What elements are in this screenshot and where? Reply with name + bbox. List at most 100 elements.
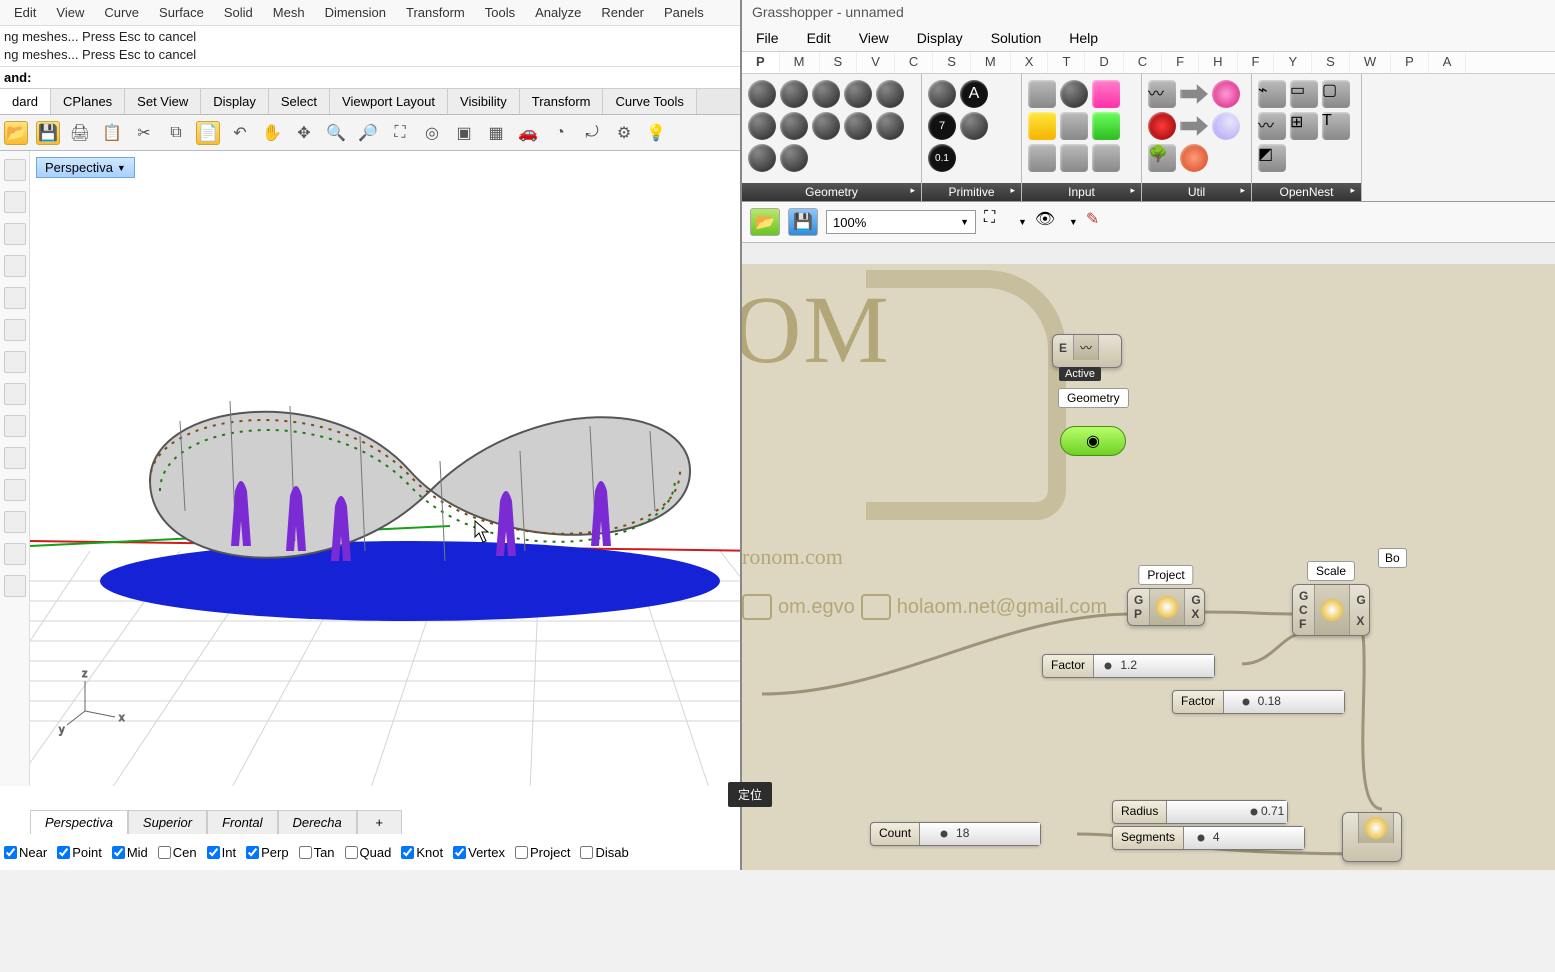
gh-cat-tab[interactable]: F	[1238, 52, 1275, 73]
polygon-icon[interactable]	[4, 351, 26, 373]
clipboard-icon[interactable]: 📋	[100, 121, 124, 145]
panel-icon[interactable]	[1028, 80, 1056, 108]
gh-cat-tab[interactable]: W	[1350, 52, 1391, 73]
zoom-extents-icon[interactable]: ⛶	[388, 121, 412, 145]
tab-select[interactable]: Select	[269, 89, 330, 114]
vptab-add[interactable]: +	[357, 810, 402, 834]
util-icon[interactable]: 〰	[1148, 80, 1176, 108]
preview-icon[interactable]: 👁	[1035, 209, 1061, 235]
int-icon[interactable]	[960, 112, 988, 140]
cplane-icon[interactable]: ▣	[452, 121, 476, 145]
gh-cat-tab[interactable]: C	[895, 52, 933, 73]
tab-set-view[interactable]: Set View	[125, 89, 201, 114]
options-icon[interactable]: ⚙	[612, 121, 636, 145]
rhino-menu-view[interactable]: View	[46, 1, 94, 24]
t-icon[interactable]: T	[1322, 112, 1350, 140]
tab-cplanes[interactable]: CPlanes	[51, 89, 125, 114]
osnap-project[interactable]: Project	[515, 845, 570, 860]
rhino-menu-dimension[interactable]: Dimension	[315, 1, 396, 24]
osnap-checkbox[interactable]	[453, 846, 466, 859]
osnap-quad[interactable]: Quad	[345, 845, 392, 860]
dimension-icon[interactable]	[4, 543, 26, 565]
gh-cat-tab[interactable]: H	[1199, 52, 1237, 73]
toggle-icon[interactable]	[1028, 144, 1056, 172]
gh-cat-tab[interactable]: S	[933, 52, 971, 73]
gh-cat-tab[interactable]: M	[971, 52, 1011, 73]
rhino-menu-mesh[interactable]: Mesh	[263, 1, 315, 24]
osnap-perp[interactable]: Perp	[246, 845, 288, 860]
zoom-out-icon[interactable]: 🔎	[356, 121, 380, 145]
gh-cat-tab[interactable]: X	[1011, 52, 1049, 73]
gh-cat-tab[interactable]: F	[1162, 52, 1199, 73]
box-icon[interactable]: ▢	[1322, 80, 1350, 108]
arrow-right-icon[interactable]	[1180, 112, 1208, 140]
line-icon[interactable]	[4, 191, 26, 213]
osnap-checkbox[interactable]	[401, 846, 414, 859]
osnap-point[interactable]: Point	[57, 845, 102, 860]
decimal-icon[interactable]: 0.1	[928, 144, 956, 172]
grid-icon[interactable]: ⊞	[1290, 112, 1318, 140]
undo-icon[interactable]: ↶	[228, 121, 252, 145]
rotate-view-icon[interactable]: ✥	[292, 121, 316, 145]
tree-icon[interactable]: 🌳	[1148, 144, 1176, 172]
point-icon[interactable]	[4, 159, 26, 181]
gh-cat-tab[interactable]: C	[1124, 52, 1162, 73]
rhino-command-prompt[interactable]: and:	[0, 67, 740, 89]
text-icon[interactable]	[4, 511, 26, 533]
light-icon[interactable]: 💡	[644, 121, 668, 145]
tab-visibility[interactable]: Visibility	[448, 89, 520, 114]
hex-icon[interactable]	[876, 112, 904, 140]
chevron-down-icon[interactable]: ▼	[1069, 217, 1078, 227]
rhino-menu-tools[interactable]: Tools	[475, 1, 525, 24]
slider-icon[interactable]	[1028, 112, 1056, 140]
gh-cat-tab[interactable]: P	[742, 52, 780, 73]
text-icon[interactable]: A	[960, 80, 988, 108]
gh-cat-tab[interactable]: S	[820, 52, 858, 73]
osnap-checkbox[interactable]	[246, 846, 259, 859]
rhino-menu-panels[interactable]: Panels	[654, 1, 714, 24]
osnap-near[interactable]: Near	[4, 845, 47, 860]
hex-icon[interactable]	[844, 80, 872, 108]
gh-cat-tab[interactable]: M	[780, 52, 820, 73]
gh-cat-tab[interactable]: D	[1085, 52, 1123, 73]
osnap-tan[interactable]: Tan	[299, 845, 335, 860]
gh-param-brep[interactable]: ◉	[1060, 426, 1126, 456]
hex-icon[interactable]	[876, 80, 904, 108]
hex-icon[interactable]	[748, 144, 776, 172]
hex-icon[interactable]	[780, 144, 808, 172]
zoom-selected-icon[interactable]: ◎	[420, 121, 444, 145]
polyline-icon[interactable]	[4, 223, 26, 245]
cut-icon[interactable]: ✂	[132, 121, 156, 145]
gh-component-project[interactable]: Project GP GX	[1127, 588, 1205, 626]
osnap-mid[interactable]: Mid	[112, 845, 148, 860]
sketch-icon[interactable]: ✎	[1086, 209, 1112, 235]
rectangle-icon[interactable]	[4, 319, 26, 341]
grid-icon[interactable]: ▦	[484, 121, 508, 145]
zoom-extents-icon[interactable]: ⛶	[984, 209, 1010, 235]
gh-cat-tab[interactable]: S	[1312, 52, 1350, 73]
rhino-menu-transform[interactable]: Transform	[396, 1, 475, 24]
chevron-down-icon[interactable]: ▼	[1018, 217, 1027, 227]
gh-slider-factor2[interactable]: Factor 0.18	[1172, 690, 1345, 714]
ribbon-label-geometry[interactable]: Geometry	[742, 183, 921, 201]
ribbon-label-primitive[interactable]: Primitive	[922, 183, 1021, 201]
gh-menu-display[interactable]: Display	[903, 26, 977, 50]
rhino-perspective-viewport[interactable]: Perspectiva ▼	[30, 151, 740, 786]
gh-save-button[interactable]: 💾	[788, 208, 818, 236]
coral-icon[interactable]	[1180, 144, 1208, 172]
gh-slider-segments[interactable]: Segments 4	[1112, 826, 1305, 850]
gh-canvas[interactable]: OM ronom.com om.egvo holaom.net@gmail.co…	[742, 264, 1555, 870]
tab-curve-tools[interactable]: Curve Tools	[603, 89, 696, 114]
gh-menu-file[interactable]: File	[742, 26, 793, 50]
osnap-checkbox[interactable]	[207, 846, 220, 859]
rotate-icon[interactable]: ⤾	[580, 121, 604, 145]
curve-icon[interactable]	[4, 383, 26, 405]
save-icon[interactable]: 💾	[36, 121, 60, 145]
osnap-checkbox[interactable]	[580, 846, 593, 859]
vptab-superior[interactable]: Superior	[128, 810, 207, 834]
render-icon[interactable]: 🚗	[516, 121, 540, 145]
open-icon[interactable]: 📂	[4, 121, 28, 145]
hex-icon[interactable]	[748, 112, 776, 140]
tab-viewport-layout[interactable]: Viewport Layout	[330, 89, 448, 114]
osnap-checkbox[interactable]	[4, 846, 17, 859]
